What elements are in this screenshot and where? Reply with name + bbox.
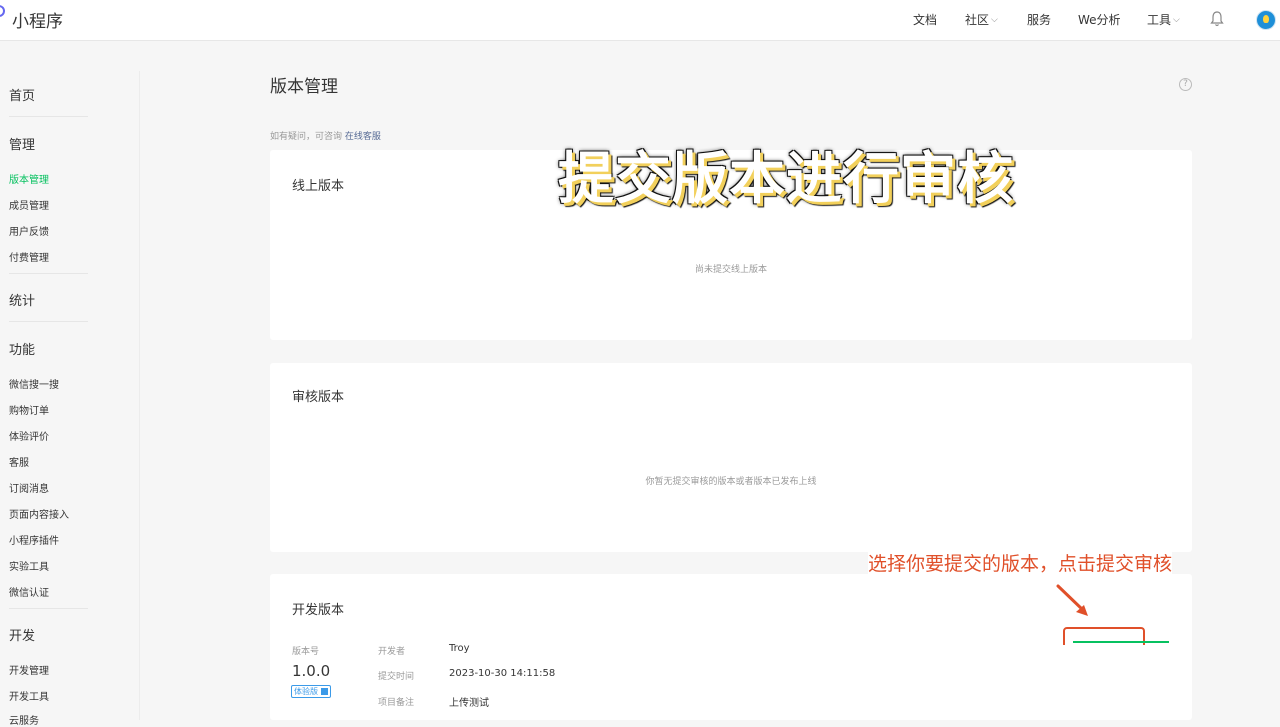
divider [9, 273, 88, 274]
help-icon[interactable]: ? [1179, 78, 1192, 91]
divider [9, 321, 88, 322]
arrow-icon [1056, 584, 1088, 616]
tag-label: 体验版 [294, 687, 318, 696]
nav-services[interactable]: 服务 [1027, 11, 1051, 28]
overlay-caption: 提交版本进行审核 [558, 147, 1014, 212]
online-support-link[interactable]: 在线客服 [345, 132, 381, 142]
logo-icon [0, 5, 5, 17]
empty-state: 尚未提交线上版本 [694, 265, 767, 275]
chevron-down-icon: ⌵ [1173, 14, 1180, 25]
sidebar-item-version-management[interactable]: 版本管理 [9, 171, 49, 186]
help-hint: 如有疑问，可咨询 在线客服 [270, 129, 381, 142]
version-number: 1.0.0 [292, 662, 331, 680]
sidebar-item-dev-tools[interactable]: 开发工具 [9, 688, 49, 703]
version-label: 版本号 [292, 647, 320, 657]
card-title: 线上版本 [292, 179, 345, 194]
sidebar-item-page-content[interactable]: 页面内容接入 [9, 506, 69, 521]
sidebar-item-home[interactable]: 首页 [9, 85, 35, 104]
remark-value: 上传测试 [449, 698, 489, 709]
card-title: 审核版本 [292, 390, 345, 405]
page-title: 版本管理 [270, 77, 338, 97]
divider [9, 116, 88, 117]
developer-label: 开发者 [378, 647, 406, 657]
submit-time-label: 提交时间 [378, 672, 415, 682]
chevron-down-icon: ⌵ [991, 14, 998, 25]
card-title: 开发版本 [292, 603, 345, 618]
review-version-card: 审核版本 你暂无提交审核的版本或者版本已发布上线 [270, 363, 1192, 552]
trial-version-tag[interactable]: 体验版 [291, 685, 331, 698]
sidebar-item-reviews[interactable]: 体验评价 [9, 428, 49, 443]
button-underline [1073, 641, 1169, 643]
qrcode-icon [321, 688, 328, 695]
sidebar-item-payment[interactable]: 付费管理 [9, 249, 49, 264]
developer-value: Troy [449, 643, 470, 654]
nav-label: 服务 [1027, 13, 1052, 27]
hint-text: 如有疑问，可咨询 [270, 132, 343, 142]
sidebar-item-members[interactable]: 成员管理 [9, 197, 49, 212]
divider [9, 608, 88, 609]
sidebar-item-dev-management[interactable]: 开发管理 [9, 662, 49, 677]
nav-label: 社区 [965, 13, 990, 27]
instruction-caption: 选择你要提交的版本，点击提交审核 [868, 549, 1173, 576]
sidebar-item-experiments[interactable]: 实验工具 [9, 558, 49, 573]
sidebar-item-subscriptions[interactable]: 订阅消息 [9, 480, 49, 495]
sidebar-item-stats[interactable]: 统计 [9, 290, 35, 309]
sidebar-divider [139, 71, 140, 720]
empty-state: 你暂无提交审核的版本或者版本已发布上线 [645, 477, 817, 487]
top-bar: 小程序 文档 社区 ⌵ 服务 We分析 工具 ⌵ [0, 0, 1280, 41]
avatar[interactable] [1256, 10, 1276, 30]
sidebar: 首页 管理 版本管理 成员管理 用户反馈 付费管理 统计 功能 微信搜一搜 购物… [0, 41, 140, 727]
sidebar-item-wechat-search[interactable]: 微信搜一搜 [9, 376, 59, 391]
sidebar-item-certification[interactable]: 微信认证 [9, 584, 49, 599]
bell-icon[interactable] [1210, 10, 1224, 28]
remark-label: 项目备注 [378, 698, 415, 708]
sidebar-section-develop: 开发 [9, 629, 36, 644]
sidebar-item-feedback[interactable]: 用户反馈 [9, 223, 49, 238]
nav-community[interactable]: 社区 ⌵ [965, 11, 998, 28]
nav-tools[interactable]: 工具 ⌵ [1147, 11, 1180, 28]
sidebar-item-orders[interactable]: 购物订单 [9, 402, 49, 417]
nav-label: 工具 [1147, 13, 1172, 27]
sidebar-section-manage: 管理 [9, 138, 36, 153]
submit-time-value: 2023-10-30 14:11:58 [449, 668, 556, 679]
sidebar-item-plugins[interactable]: 小程序插件 [9, 532, 59, 547]
sidebar-section-features: 功能 [9, 343, 36, 358]
sidebar-item-customer-service[interactable]: 客服 [9, 454, 29, 469]
nav-we-analysis[interactable]: We分析 [1078, 11, 1121, 28]
app-title[interactable]: 小程序 [12, 7, 63, 32]
nav-docs[interactable]: 文档 [913, 11, 937, 28]
nav-label: 文档 [913, 13, 938, 27]
nav-label: We分析 [1078, 13, 1121, 27]
